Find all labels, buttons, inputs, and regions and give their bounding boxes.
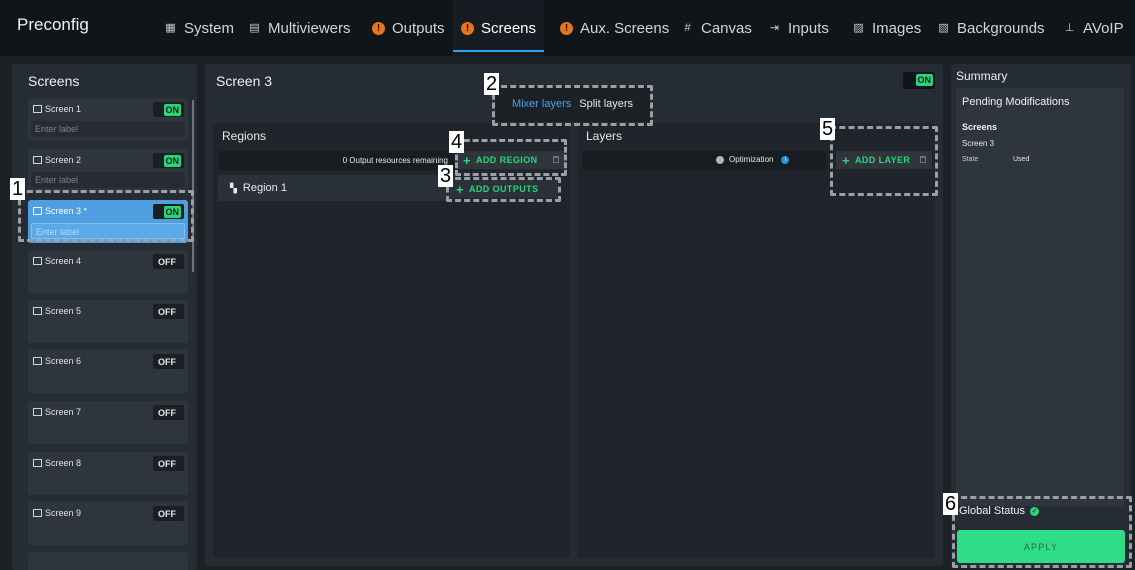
grid-icon: ▚ — [230, 182, 237, 193]
screen-icon — [33, 105, 42, 113]
screen-toggle[interactable]: ON — [153, 102, 184, 117]
screen-card-7[interactable]: Screen 7 OFF — [28, 401, 188, 444]
screen-icon — [33, 408, 42, 416]
tab-outputs[interactable]: ! Outputs — [372, 0, 445, 56]
split-layers-tab[interactable]: Split layers — [575, 96, 637, 112]
screen-toggle[interactable]: OFF — [153, 405, 184, 420]
screen-title: Screen 3 — [216, 73, 273, 89]
image-icon: ▨ — [853, 21, 864, 34]
sidebar-scrollbar[interactable] — [192, 100, 194, 272]
layers-heading: Layers — [586, 129, 623, 143]
screen-label-input[interactable]: Enter label — [31, 223, 185, 239]
screen-card-8[interactable]: Screen 8 OFF — [28, 452, 188, 495]
screen-card-4[interactable]: Screen 4 OFF — [28, 250, 188, 293]
layer-mode-segmented-control: Mixer layers Split layers — [495, 86, 650, 122]
screen-icon — [33, 459, 42, 467]
tab-system[interactable]: ▦ System — [164, 0, 234, 56]
plus-icon: + — [463, 152, 471, 168]
screen-card-1[interactable]: Screen 1 ON Enter label — [28, 98, 188, 141]
screen-enable-toggle[interactable]: ON — [903, 72, 935, 89]
network-icon: ⊥ — [1064, 21, 1075, 34]
tab-screens[interactable]: ! Screens — [453, 0, 545, 56]
annotation-number-2: 2 — [484, 73, 500, 95]
summary-panel: Summary Pending Modifications Screens Sc… — [951, 64, 1131, 568]
annotation-number-3: 3 — [438, 165, 454, 187]
tab-backgrounds[interactable]: ▧ Backgrounds — [937, 0, 1044, 56]
add-outputs-button[interactable]: + ADD OUTPUTS — [450, 180, 558, 198]
tab-multiviewers[interactable]: ▤ Multiviewers — [248, 0, 350, 56]
annotation-number-4: 4 — [449, 131, 465, 153]
screen-icon — [33, 156, 42, 164]
summary-heading: Summary — [956, 69, 1008, 83]
minus-circle-icon — [716, 155, 724, 164]
annotation-number-5: 5 — [820, 118, 836, 140]
add-layer-button[interactable]: + ADD LAYER — [836, 151, 932, 169]
layers-icon: ▧ — [938, 21, 949, 34]
warning-icon: ! — [461, 21, 474, 35]
screen-card-3[interactable]: Screen 3 * ON Enter label — [28, 200, 188, 243]
screen-card-5[interactable]: Screen 5 OFF — [28, 300, 188, 343]
tab-canvas[interactable]: # Canvas — [681, 0, 751, 56]
screen-label-input[interactable]: Enter label — [31, 121, 185, 137]
screen-toggle[interactable]: OFF — [153, 354, 184, 369]
screen-toggle[interactable]: OFF — [153, 304, 184, 319]
screen-icon — [33, 207, 42, 215]
annotation-number-6: 6 — [943, 493, 959, 515]
optimization-bar: Optimization i — [582, 151, 826, 170]
output-resources-text: 0 Output resources remaining — [342, 156, 448, 165]
trash-icon — [553, 156, 559, 163]
annotation-number-1: 1 — [10, 178, 26, 200]
tab-images[interactable]: ▨ Images — [852, 0, 921, 56]
mixer-layers-tab[interactable]: Mixer layers — [508, 96, 575, 112]
screen-icon — [33, 307, 42, 315]
monitor-icon: ▤ — [249, 21, 260, 34]
screen-toggle[interactable]: ON — [153, 204, 184, 219]
warning-icon: ! — [560, 21, 573, 35]
screens-sidebar: Screens Screen 1 ON Enter label Screen 2… — [12, 64, 197, 570]
screen-toggle[interactable]: ON — [153, 153, 184, 168]
screens-heading: Screens — [28, 73, 80, 89]
summary-screen-name: Screen 3 — [962, 139, 995, 148]
app-title: Preconfig — [17, 15, 89, 34]
screen-icon — [33, 509, 42, 517]
screen-label-input[interactable]: Enter label — [31, 172, 185, 188]
plus-icon: + — [842, 152, 850, 168]
regions-heading: Regions — [222, 129, 267, 143]
screen-card-6[interactable]: Screen 6 OFF — [28, 350, 188, 393]
input-icon: ⇥ — [769, 21, 780, 34]
summary-section-title: Screens — [962, 122, 998, 132]
pending-modifications-title: Pending Modifications — [962, 96, 1070, 108]
apply-button[interactable]: APPLY — [957, 530, 1125, 563]
region-item[interactable]: ▚ Region 1 — [218, 175, 454, 201]
screen-icon — [33, 257, 42, 265]
layers-panel: Layers Optimization i — [577, 123, 935, 558]
screen-card-partial[interactable] — [28, 552, 188, 570]
check-circle-icon: ✓ — [1030, 506, 1040, 516]
pending-modifications-box: Pending Modifications Screens Screen 3 S… — [956, 88, 1124, 506]
screen-toggle[interactable]: OFF — [153, 456, 184, 471]
warning-icon: ! — [372, 21, 385, 35]
trash-icon — [920, 156, 926, 163]
screen-toggle[interactable]: OFF — [153, 506, 184, 521]
screen-card-9[interactable]: Screen 9 OFF — [28, 502, 188, 545]
summary-state-value: Used — [1013, 156, 1030, 163]
hash-icon: # — [684, 21, 691, 34]
tab-avoip[interactable]: ⊥ AVoIP — [1063, 0, 1124, 56]
add-region-button[interactable]: + ADD REGION — [457, 151, 565, 169]
screen-icon — [33, 357, 42, 365]
optimization-label: Optimization — [729, 155, 774, 164]
tab-aux-screens[interactable]: ! Aux. Screens — [560, 0, 669, 56]
summary-state-key: State — [962, 156, 979, 163]
screen-toggle[interactable]: OFF — [153, 254, 184, 269]
tab-inputs[interactable]: ⇥ Inputs — [768, 0, 829, 56]
info-icon[interactable]: i — [781, 155, 790, 164]
top-navigation-bar: Preconfig ▦ System ▤ Multiviewers ! Outputs… — [0, 0, 1135, 56]
output-resources-bar: 0 Output resources remaining — [218, 151, 456, 170]
screen-card-2[interactable]: Screen 2 ON Enter label — [28, 149, 188, 192]
plus-icon: + — [456, 181, 464, 197]
chart-icon: ▦ — [165, 21, 176, 34]
global-status: Global Status ✓ — [959, 505, 1040, 517]
